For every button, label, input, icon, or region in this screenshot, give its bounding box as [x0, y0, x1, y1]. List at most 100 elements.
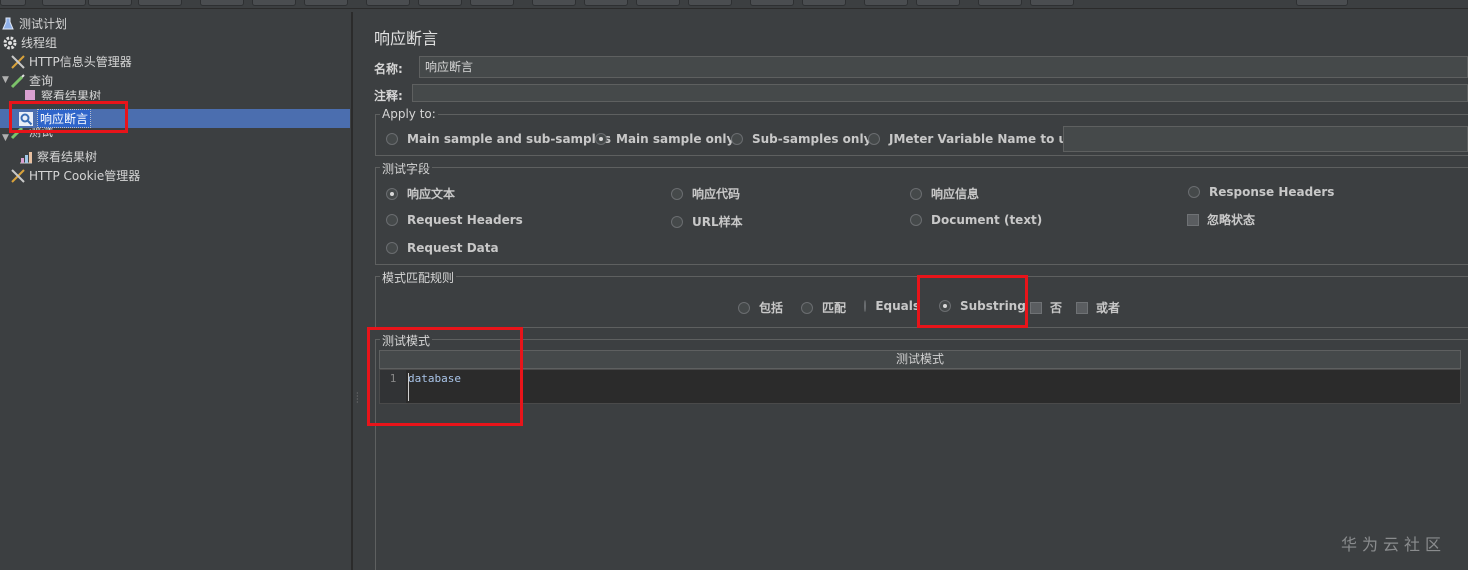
checkbox-label: 否 [1050, 301, 1063, 315]
radio-indicator [910, 187, 922, 200]
checkbox-label: 或者 [1096, 301, 1121, 315]
radio-indicator [738, 301, 750, 314]
toolbar-button[interactable] [470, 0, 514, 6]
chart-icon [22, 90, 38, 100]
tools-icon [10, 168, 26, 184]
radio-indicator [671, 215, 683, 228]
test-pattern-editor[interactable]: 1 database [379, 369, 1461, 404]
radio-sub-samples-only[interactable]: Sub-samples only [731, 132, 871, 146]
radio-label: 包括 [759, 301, 784, 315]
radio-indicator [386, 133, 398, 145]
radio-request-headers[interactable]: Request Headers [386, 213, 523, 227]
collapse-arrow-icon[interactable]: ▼ [2, 133, 9, 143]
radio-equals[interactable]: Equals [864, 299, 920, 313]
checkbox-indicator [1030, 301, 1042, 314]
radio-url-sample[interactable]: URL样本 [671, 213, 743, 230]
pattern-rules-title: 模式匹配规则 [380, 269, 457, 286]
toolbar-button[interactable] [916, 0, 960, 6]
tree-item-label: 线程组 [21, 36, 58, 50]
toolbar-button[interactable] [1030, 0, 1074, 6]
radio-main-and-sub-samples[interactable]: Main sample and sub-samples [386, 132, 611, 146]
toolbar-button[interactable] [532, 0, 576, 6]
chart-icon [18, 149, 34, 165]
toolbar-button[interactable] [636, 0, 680, 6]
jmeter-variable-input[interactable] [1063, 126, 1468, 152]
toolbar-button[interactable] [688, 0, 732, 6]
radio-response-text[interactable]: 响应文本 [386, 185, 455, 202]
toolbar-button[interactable] [750, 0, 794, 6]
checkbox-not[interactable]: 否 [1030, 299, 1062, 316]
radio-response-code[interactable]: 响应代码 [671, 185, 740, 202]
radio-indicator [386, 214, 398, 226]
radio-indicator [910, 214, 922, 226]
comment-label: 注释: [374, 89, 403, 103]
tree-item-label: HTTP Cookie管理器 [29, 169, 141, 183]
radio-indicator [671, 187, 683, 200]
toolbar-button[interactable] [584, 0, 628, 6]
toolbar-button[interactable] [138, 0, 182, 6]
test-plan-tree: 测试计划 线程组 HTTP信息头管理器 ▼ 查询 察看结果树 响应断言 ▼ 测试… [0, 12, 352, 570]
toolbar [0, 0, 1468, 9]
toolbar-button[interactable] [978, 0, 1022, 6]
radio-label: Main sample and sub-samples [407, 132, 612, 146]
watermark: 华为云社区 [1340, 535, 1446, 554]
collapse-arrow-icon[interactable]: ▼ [2, 75, 9, 85]
comment-field[interactable] [412, 84, 1468, 102]
splitter[interactable] [352, 12, 361, 570]
radio-response-message[interactable]: 响应信息 [910, 185, 979, 202]
toolbar-button[interactable] [252, 0, 296, 6]
radio-label: 响应文本 [407, 187, 456, 201]
toolbar-button[interactable] [88, 0, 132, 6]
tree-item-label: 查询 [29, 74, 54, 88]
apply-to-title: Apply to: [380, 107, 438, 121]
tree-item-http-header-manager[interactable]: HTTP信息头管理器 [10, 52, 132, 71]
radio-indicator [386, 242, 398, 254]
tree-item-view-results-tree[interactable]: 察看结果树 [18, 147, 97, 166]
tree-item-http-cookie-manager[interactable]: HTTP Cookie管理器 [10, 166, 140, 185]
radio-contains[interactable]: 包括 [738, 299, 783, 316]
toolbar-button[interactable] [200, 0, 244, 6]
highlight-box-test-pattern [367, 327, 523, 426]
gear-icon [2, 35, 18, 51]
toolbar-button[interactable] [42, 0, 86, 6]
toolbar-button[interactable] [802, 0, 846, 6]
tree-item-thread-group[interactable]: 线程组 [2, 33, 57, 52]
toolbar-button[interactable] [366, 0, 410, 6]
checkbox-indicator [1187, 213, 1199, 226]
tree-item-test-plan[interactable]: 测试计划 [0, 14, 67, 33]
tree-item-query[interactable]: 查询 [10, 71, 53, 90]
checkbox-ignore-status[interactable]: 忽略状态 [1187, 211, 1255, 228]
radio-label: 响应信息 [931, 187, 980, 201]
checkbox-or[interactable]: 或者 [1076, 299, 1120, 316]
page-title: 响应断言 [374, 29, 439, 48]
radio-indicator [801, 301, 813, 314]
name-field[interactable]: 响应断言 [419, 56, 1468, 78]
splitter-grip-icon[interactable]: · · · · [356, 390, 359, 407]
highlight-box-tree [9, 101, 128, 133]
radio-main-sample-only[interactable]: Main sample only [595, 132, 734, 146]
pipette-icon [10, 73, 26, 89]
radio-label: Response Headers [1209, 185, 1335, 199]
radio-document-text[interactable]: Document (text) [910, 213, 1042, 227]
toolbar-button[interactable] [304, 0, 348, 6]
radio-response-headers[interactable]: Response Headers [1188, 185, 1334, 199]
highlight-box-substring [917, 275, 1028, 328]
checkbox-label: 忽略状态 [1207, 213, 1256, 227]
radio-indicator [731, 133, 743, 145]
tree-item-view-results-tree[interactable]: 察看结果树 [22, 90, 101, 100]
radio-label: Equals [875, 299, 920, 313]
toolbar-button[interactable] [864, 0, 908, 6]
radio-jmeter-variable[interactable]: JMeter Variable Name to use [868, 132, 1082, 146]
radio-label: 匹配 [822, 301, 847, 315]
tree-item-label: HTTP信息头管理器 [29, 55, 132, 69]
toolbar-button[interactable] [1296, 0, 1348, 6]
test-patterns-column-header[interactable]: 测试模式 [379, 350, 1461, 369]
toolbar-button[interactable] [418, 0, 462, 6]
radio-label: Main sample only [616, 132, 735, 146]
radio-label: URL样本 [692, 215, 743, 229]
radio-matches[interactable]: 匹配 [801, 299, 846, 316]
checkbox-indicator [1076, 301, 1088, 314]
name-label: 名称: [374, 62, 403, 76]
radio-request-data[interactable]: Request Data [386, 241, 499, 255]
toolbar-button[interactable] [0, 0, 26, 6]
